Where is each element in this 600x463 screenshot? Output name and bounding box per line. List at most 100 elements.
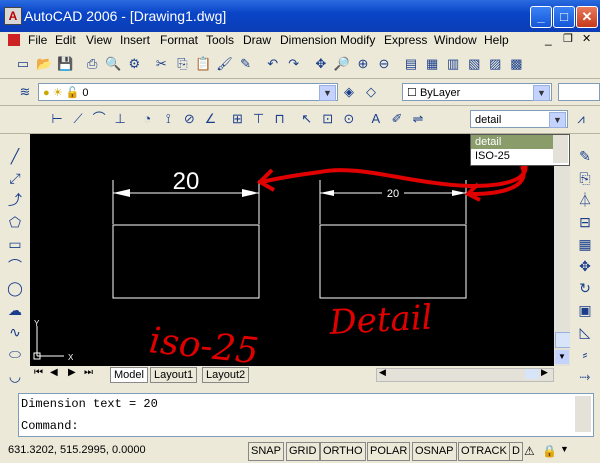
snap-toggle[interactable]: SNAP — [248, 442, 284, 461]
command-prompt[interactable]: Command: — [21, 419, 79, 433]
paste-icon[interactable]: 📋 — [195, 55, 213, 73]
zoom-window-icon[interactable]: ⊕ — [354, 55, 372, 73]
redo-icon[interactable]: ↷ — [285, 55, 303, 73]
dim-update-icon[interactable]: ⇌ — [409, 110, 427, 128]
menu-format[interactable]: Format — [160, 32, 198, 48]
zoom-realtime-icon[interactable]: 🔎 — [333, 55, 351, 73]
properties-icon[interactable]: ▤ — [402, 55, 420, 73]
scale-icon[interactable]: ▣ — [575, 300, 595, 320]
dimension-style-icon[interactable]: ⩘ — [572, 110, 590, 128]
markup-icon[interactable]: ▨ — [486, 55, 504, 73]
menu-view[interactable]: View — [86, 32, 112, 48]
prev-tab-icon[interactable]: ◀ — [50, 367, 58, 378]
undo-icon[interactable]: ↶ — [264, 55, 282, 73]
save-icon[interactable]: 💾 — [56, 55, 74, 73]
copy-icon[interactable]: ⎘ — [173, 55, 191, 73]
scroll-left-arrow-icon[interactable]: ◀ — [379, 367, 386, 378]
doc-minimize-button[interactable]: _ — [545, 32, 552, 46]
tolerance-icon[interactable]: ⊡ — [319, 110, 337, 128]
rectangle-icon[interactable]: ▭ — [5, 234, 25, 254]
offset-icon[interactable]: ⊟ — [575, 212, 595, 232]
circle-icon[interactable]: ◯ — [5, 278, 25, 298]
menu-draw[interactable]: Draw — [243, 32, 271, 48]
sheet-set-icon[interactable]: ▧ — [465, 55, 483, 73]
block-editor-icon[interactable]: ✎ — [237, 55, 255, 73]
menu-help[interactable]: Help — [484, 32, 509, 48]
layer-previous-icon[interactable]: ◇ — [362, 83, 380, 101]
menu-express[interactable]: Express — [384, 32, 427, 48]
polar-toggle[interactable]: POLAR — [367, 442, 411, 461]
revision-cloud-icon[interactable]: ☁ — [5, 300, 25, 320]
color-combo[interactable]: ☐ ByLayer ▼ — [402, 83, 552, 101]
mirror-icon[interactable]: ⏃ — [575, 190, 595, 210]
first-tab-icon[interactable]: ⏮ — [34, 367, 43, 378]
stretch-icon[interactable]: ◺ — [575, 322, 595, 342]
tab-model[interactable]: Model — [110, 367, 148, 383]
dropdown-option-detail[interactable]: detail — [471, 135, 553, 149]
move-icon[interactable]: ✥ — [575, 256, 595, 276]
make-current-icon[interactable]: ◈ — [340, 83, 358, 101]
copy-object-icon[interactable]: ⎘ — [575, 168, 595, 188]
layer-manager-icon[interactable]: ≋ — [16, 83, 34, 101]
grid-toggle[interactable]: GRID — [286, 442, 320, 461]
osnap-toggle[interactable]: OSNAP — [412, 442, 457, 461]
dyn-toggle[interactable]: D — [509, 442, 523, 461]
autocad-app-icon[interactable]: A — [4, 7, 22, 25]
chevron-down-icon[interactable]: ▼ — [549, 112, 566, 128]
tool-palettes-icon[interactable]: ▥ — [444, 55, 462, 73]
minimize-button[interactable]: _ — [530, 6, 552, 28]
rectangle-right[interactable] — [319, 224, 467, 299]
dropdown-option-iso25[interactable]: ISO-25 — [471, 149, 553, 163]
leader-icon[interactable]: ↖ — [298, 110, 316, 128]
spline-icon[interactable]: ∿ — [5, 322, 25, 342]
tab-layout1[interactable]: Layout1 — [150, 367, 198, 383]
menu-insert[interactable]: Insert — [120, 32, 150, 48]
horizontal-scrollbar[interactable]: ◀ ▶ — [376, 367, 554, 382]
last-tab-icon[interactable]: ⏭ — [84, 367, 93, 378]
linetype-combo[interactable] — [558, 83, 600, 101]
jogged-icon[interactable]: ⟟ — [159, 110, 177, 128]
construction-line-icon[interactable]: ⤢ — [5, 168, 25, 188]
dropdown-scrollbar[interactable] — [553, 135, 568, 163]
dimstyle-combo[interactable]: detail ▼ — [470, 110, 568, 128]
doc-close-button[interactable]: ✕ — [582, 32, 591, 45]
arc-length-icon[interactable]: ⌒ — [90, 110, 108, 128]
line-icon[interactable]: ╱ — [5, 146, 25, 166]
ordinate-icon[interactable]: ⊥ — [111, 110, 129, 128]
vertical-scrollbar[interactable]: ▼ — [554, 134, 570, 366]
dim-text-edit-icon[interactable]: ✐ — [388, 110, 406, 128]
cut-icon[interactable]: ✂ — [152, 55, 170, 73]
scroll-right-arrow-icon[interactable]: ▶ — [541, 367, 548, 378]
menu-modify[interactable]: Modify — [340, 32, 375, 48]
status-menu-arrow-icon[interactable]: ▼ — [560, 444, 569, 454]
chevron-down-icon[interactable]: ▼ — [319, 85, 336, 101]
ellipse-icon[interactable]: ⬭ — [5, 344, 25, 364]
rectangle-left[interactable] — [112, 224, 260, 299]
matchprop-icon[interactable]: 🖌 — [216, 55, 234, 73]
document-icon[interactable] — [8, 34, 20, 46]
chevron-down-icon[interactable]: ▼ — [533, 85, 550, 101]
menu-dimension[interactable]: Dimension — [280, 32, 337, 48]
new-icon[interactable]: ▭ — [14, 55, 32, 73]
command-scrollbar[interactable] — [575, 396, 591, 432]
menu-edit[interactable]: Edit — [55, 32, 76, 48]
menu-tools[interactable]: Tools — [206, 32, 234, 48]
ellipse-arc-icon[interactable]: ◡ — [5, 366, 25, 386]
linear-dim-icon[interactable]: ⊢ — [48, 110, 66, 128]
rotate-icon[interactable]: ↻ — [575, 278, 595, 298]
publish-icon[interactable]: ⚙ — [125, 55, 143, 73]
continue-icon[interactable]: ⊓ — [271, 110, 289, 128]
diameter-icon[interactable]: ⊘ — [180, 110, 198, 128]
center-mark-icon[interactable]: ⊙ — [340, 110, 358, 128]
polyline-icon[interactable]: ⤴ — [5, 190, 25, 210]
dimstyle-dropdown-list[interactable]: detail ISO-25 — [470, 134, 570, 166]
scroll-thumb[interactable] — [555, 332, 570, 348]
aligned-dim-icon[interactable]: ⟋ — [69, 110, 87, 128]
scroll-down-arrow-icon[interactable]: ▼ — [555, 350, 569, 364]
otrack-toggle[interactable]: OTRACK — [458, 442, 510, 461]
zoom-previous-icon[interactable]: ⊖ — [375, 55, 393, 73]
baseline-icon[interactable]: ⊤ — [250, 110, 268, 128]
drawing-area[interactable]: 20 20 iso-25 Detail Y X ▼ — [30, 134, 570, 366]
plot-icon[interactable]: ⎙ — [83, 55, 101, 73]
dim-edit-icon[interactable]: A — [367, 110, 385, 128]
